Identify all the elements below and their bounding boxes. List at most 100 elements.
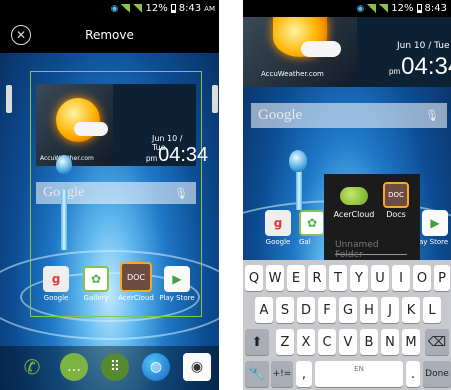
key-p[interactable]: P — [434, 265, 450, 291]
clock-ampm: pm — [389, 67, 401, 76]
google-folder-icon: g — [265, 210, 291, 236]
key-m[interactable]: M — [402, 329, 420, 355]
key-t[interactable]: T — [329, 265, 347, 291]
weather-widget[interactable]: AccuWeather.com Jun 10 / Tue pm04:34 — [36, 84, 208, 166]
shift-key[interactable]: ⬆ — [245, 329, 269, 355]
cloud-icon — [301, 41, 341, 57]
next-page-edge[interactable] — [212, 85, 218, 113]
google-search-bar[interactable]: Google 🎙 — [251, 103, 447, 128]
key-c[interactable]: C — [318, 329, 336, 355]
key-b[interactable]: B — [360, 329, 378, 355]
phone-icon[interactable]: ✆ — [18, 353, 46, 381]
app-label: Play Store — [159, 294, 195, 302]
key-j[interactable]: J — [381, 297, 399, 323]
key-l[interactable]: L — [423, 297, 441, 323]
app-gallery[interactable]: ✿ Gal — [299, 210, 323, 246]
status-bar: ◉ 12% 8:43 — [243, 0, 451, 17]
app-label: Gal — [299, 238, 311, 246]
space-key[interactable]: EN — [315, 361, 403, 387]
water-column — [61, 190, 67, 250]
key-u[interactable]: U — [371, 265, 389, 291]
key-s[interactable]: S — [276, 297, 294, 323]
backspace-icon: ⌫ — [427, 334, 447, 350]
browser-icon[interactable]: ◍ — [142, 353, 170, 381]
key-g[interactable]: G — [339, 297, 357, 323]
app-label: Docs — [386, 210, 406, 219]
key-w[interactable]: W — [266, 265, 284, 291]
google-search-label: Google — [258, 107, 303, 123]
google-search-bar[interactable]: Google 🎙 — [36, 182, 196, 204]
app-label: AcerCloud — [118, 294, 154, 302]
folder-app-docs[interactable]: DOC Docs — [376, 182, 416, 219]
remove-mode-screen: ◉ 12% 8:43 AM ✕ Remove ⚙ AccuWeather.com… — [0, 0, 219, 390]
backspace-key[interactable]: ⌫ — [425, 329, 449, 355]
key-d[interactable]: D — [297, 297, 315, 323]
signal-icon — [367, 4, 377, 13]
water-drop — [289, 150, 307, 172]
app-gallery[interactable]: ✿ Gallery — [76, 266, 116, 302]
app-label: Google — [43, 294, 69, 302]
clock-ampm: pm — [146, 154, 158, 163]
key-n[interactable]: N — [381, 329, 399, 355]
key-z[interactable]: Z — [276, 329, 294, 355]
messaging-icon[interactable]: … — [60, 353, 88, 381]
done-key[interactable]: Done — [423, 361, 451, 387]
key-f[interactable]: F — [318, 297, 336, 323]
keyboard: Q W E R T Y U I O P A S D F G H J K L ⬆ … — [243, 260, 451, 390]
key-q[interactable]: Q — [245, 265, 263, 291]
clock-time: 04:34 — [158, 144, 209, 166]
key-x[interactable]: X — [297, 329, 315, 355]
accuweather-brand: AccuWeather.com — [261, 70, 324, 78]
app-play-store[interactable]: ▶ ay Store — [419, 210, 451, 246]
battery-icon — [170, 4, 176, 13]
close-icon: ✕ — [15, 28, 27, 42]
period-key[interactable]: . — [406, 361, 420, 387]
acercloud-icon: DOC — [120, 262, 152, 292]
key-v[interactable]: V — [339, 329, 357, 355]
signal-icon — [379, 4, 389, 13]
app-google[interactable]: g Google — [36, 266, 76, 302]
key-r[interactable]: R — [308, 265, 326, 291]
water-drop — [56, 155, 72, 174]
app-google[interactable]: g Google — [258, 210, 298, 246]
status-time: 8:43 — [178, 3, 202, 14]
app-drawer-icon[interactable]: ⠿ — [101, 353, 129, 381]
google-folder-icon: g — [43, 266, 69, 292]
battery-icon — [416, 4, 422, 13]
weather-clock: pm04:34 — [389, 53, 451, 81]
dock: ✆ … ⠿ ◍ ◉ — [0, 346, 219, 390]
symbols-key[interactable]: +!= — [271, 361, 293, 387]
key-o[interactable]: O — [413, 265, 431, 291]
remove-bar: ✕ Remove — [0, 17, 219, 53]
play-store-icon: ▶ — [164, 266, 190, 292]
weather-widget[interactable]: AccuWeather.com Jun 10 / Tue pm04:34 — [243, 17, 451, 87]
gallery-icon: ✿ — [299, 210, 323, 236]
key-i[interactable]: I — [392, 265, 410, 291]
key-h[interactable]: H — [360, 297, 378, 323]
mic-icon[interactable]: 🎙 — [174, 187, 188, 200]
previous-page-edge[interactable] — [6, 85, 12, 113]
remove-label[interactable]: Remove — [85, 28, 134, 42]
app-play-store[interactable]: ▶ Play Store — [157, 266, 197, 302]
camera-icon[interactable]: ◉ — [183, 353, 211, 381]
battery-percent: 12% — [145, 3, 168, 14]
key-y[interactable]: Y — [350, 265, 368, 291]
folder-name-input[interactable]: Unnamed Folder — [335, 240, 407, 260]
key-a[interactable]: A — [255, 297, 273, 323]
mic-icon[interactable]: 🎙 — [425, 109, 439, 122]
gallery-icon: ✿ — [83, 266, 109, 292]
folder-naming-screen: ◉ 12% 8:43 AccuWeather.com Jun 10 / Tue … — [243, 0, 451, 390]
status-ampm: AM — [204, 4, 215, 13]
weather-date: Jun 10 / Tue — [397, 41, 450, 51]
play-store-icon: ▶ — [422, 210, 448, 236]
key-k[interactable]: K — [402, 297, 420, 323]
key-e[interactable]: E — [287, 265, 305, 291]
signal-icon — [133, 4, 143, 13]
settings-key[interactable]: 🔧 — [245, 361, 269, 387]
app-label: Gallery — [83, 294, 109, 302]
comma-key[interactable]: , — [296, 361, 312, 387]
app-acercloud[interactable]: DOC AcerCloud — [116, 262, 156, 302]
weather-clock: pm04:34 — [146, 144, 208, 167]
close-button[interactable]: ✕ — [11, 25, 31, 45]
folder-app-acercloud[interactable]: AcerCloud — [330, 184, 378, 219]
